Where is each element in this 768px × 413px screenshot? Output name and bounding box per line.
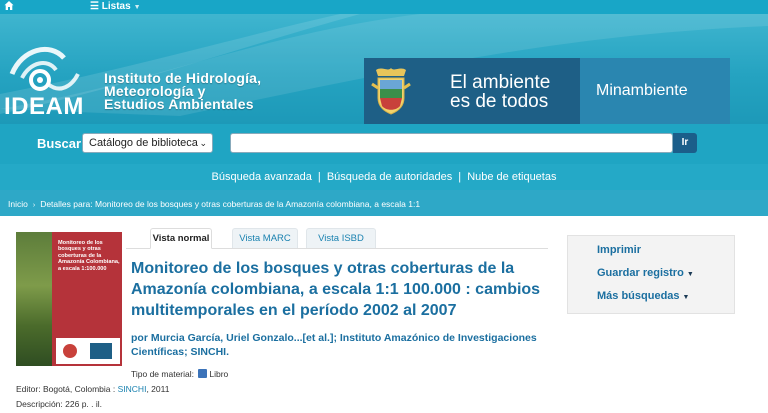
record-view-tabs: Vista normal Vista MARC Vista ISBD [126, 228, 548, 249]
editor-label: Editor: [16, 384, 41, 394]
caret-down-icon: ▼ [682, 294, 690, 301]
more-searches-label: Más búsquedas [597, 290, 680, 302]
breadcrumb-home-link[interactable]: Inicio [8, 199, 28, 209]
top-navbar: ☰ Listas ▼ [0, 0, 768, 14]
search-options-bar: Búsqueda avanzada | Búsqueda de autorida… [0, 164, 768, 190]
description-label: Descripción: [16, 399, 63, 409]
breadcrumb-arrow-icon: › [32, 202, 36, 209]
book-cover-image[interactable]: Monitoreo de los bosques y otras cobertu… [16, 232, 122, 366]
government-banner[interactable]: El ambiente es de todos Minambiente [364, 58, 730, 124]
institute-name: Instituto de Hidrología, Meteorología y … [104, 71, 261, 112]
search-submit-button[interactable]: Ir [673, 133, 697, 153]
home-icon[interactable] [4, 0, 14, 12]
separator: | [317, 171, 321, 183]
gov-slogan-line1: El ambiente [450, 72, 551, 93]
breadcrumb: Inicio › Detalles para: Monitoreo de los b… [0, 190, 768, 216]
separator: | [458, 171, 462, 183]
listas-menu[interactable]: ☰ Listas ▼ [90, 0, 141, 14]
ideam-logo[interactable]: IDEAM [2, 34, 102, 120]
list-icon: ☰ [90, 1, 99, 12]
authors-prefix: por [131, 332, 148, 344]
tab-vista-normal[interactable]: Vista normal [150, 228, 212, 249]
advanced-search-link[interactable]: Búsqueda avanzada [212, 171, 312, 183]
material-type: Tipo de material: Libro [131, 369, 228, 379]
caret-down-icon: ▼ [133, 4, 141, 11]
editor-line: Editor: Bogotá, Colombia : SINCHI, 2011 [16, 384, 169, 394]
print-link[interactable]: Imprimir [597, 244, 641, 256]
tab-vista-marc[interactable]: Vista MARC [232, 228, 298, 248]
authors-link[interactable]: Murcia García, Uriel Gonzalo...[et al.];… [131, 332, 537, 358]
ministry-name: Minambiente [596, 82, 688, 99]
material-type-label: Tipo de material: [131, 369, 194, 379]
logo-text: IDEAM [4, 93, 84, 119]
description-line: Descripción: 226 p. . il. [16, 399, 102, 409]
tag-cloud-link[interactable]: Nube de etiquetas [467, 171, 556, 183]
catalog-select[interactable]: Catálogo de biblioteca ⌄ [82, 133, 213, 153]
breadcrumb-trail: Inicio › Detalles para: Monitoreo de los b… [8, 199, 420, 209]
editor-place: Bogotá, Colombia : [42, 384, 116, 394]
chevron-down-icon: ⌄ [199, 138, 207, 148]
authority-search-link[interactable]: Búsqueda de autoridades [327, 171, 452, 183]
cover-title: Monitoreo de los bosques y otras cobertu… [58, 240, 120, 272]
material-type-value: Libro [209, 369, 229, 379]
editor-publisher-link[interactable]: SINCHI [118, 384, 147, 394]
cover-logos [56, 338, 120, 364]
record-actions-panel: Imprimir Guardar registro ▼ Más búsquedas… [567, 235, 735, 314]
print-label: Imprimir [597, 244, 642, 256]
book-icon [198, 369, 208, 378]
gov-slogan-panel: El ambiente es de todos [364, 58, 580, 124]
gov-slogan: El ambiente es de todos [450, 73, 550, 111]
record-authors: por Murcia García, Uriel Gonzalo...[et a… [131, 331, 551, 359]
tab-vista-isbd[interactable]: Vista ISBD [306, 228, 376, 248]
institute-name-line3: Estudios Ambientales [104, 96, 254, 112]
save-record-dropdown[interactable]: Guardar registro ▼ [597, 267, 694, 279]
cover-photo [16, 232, 52, 366]
search-bar: Buscar Catálogo de biblioteca ⌄ Ir [0, 124, 768, 164]
listas-label: Listas [101, 1, 131, 12]
search-options-links: Búsqueda avanzada | Búsqueda de autorida… [0, 171, 768, 183]
breadcrumb-current[interactable]: Detalles para: Monitoreo de los bosques … [40, 199, 420, 209]
description-value: 226 p. . il. [65, 399, 103, 409]
caret-down-icon: ▼ [686, 271, 694, 278]
site-header: IDEAM Instituto de Hidrología, Meteorolo… [0, 14, 768, 124]
record-title: Monitoreo de los bosques y otras cobertu… [131, 260, 541, 319]
search-label: Buscar [37, 136, 82, 151]
search-input[interactable] [230, 133, 673, 153]
more-searches-dropdown[interactable]: Más búsquedas ▼ [597, 290, 689, 302]
save-record-label: Guardar registro [597, 267, 684, 279]
catalog-select-value: Catálogo de biblioteca [89, 137, 198, 149]
ministry-panel: Minambiente [580, 58, 730, 124]
gov-slogan-line2: es de todos [450, 91, 549, 112]
colombia-shield-icon [371, 68, 411, 115]
editor-year: , 2011 [146, 384, 170, 394]
